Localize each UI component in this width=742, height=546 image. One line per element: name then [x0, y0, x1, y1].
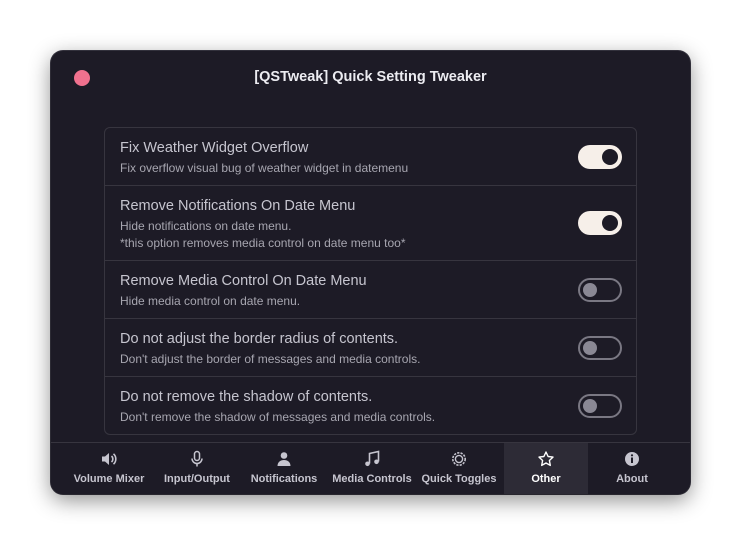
settings-list: Fix Weather Widget Overflow Fix overflow… [104, 127, 637, 435]
setting-subtitle: Hide media control on date menu. [120, 294, 301, 308]
settings-window: [QSTweak] Quick Setting Tweaker Fix Weat… [51, 51, 690, 494]
tab-input-output[interactable]: Input/Output [157, 443, 237, 494]
setting-row-shadow: Do not remove the shadow of contents. Do… [105, 376, 636, 434]
toggle-knob [583, 282, 597, 297]
setting-subtitle: Fix overflow visual bug of weather widge… [120, 161, 409, 175]
gear-icon [420, 450, 498, 468]
tab-label: Notifications [250, 473, 318, 485]
setting-title: Remove Notifications On Date Menu [120, 198, 356, 214]
setting-row-remove-media-control: Remove Media Control On Date Menu Hide m… [105, 260, 636, 318]
title-bar: [QSTweak] Quick Setting Tweaker [51, 51, 690, 105]
star-icon [504, 450, 588, 468]
setting-row-border-radius: Do not adjust the border radius of conte… [105, 318, 636, 376]
setting-title: Remove Media Control On Date Menu [120, 273, 367, 289]
shadow-toggle[interactable] [578, 393, 622, 418]
music-note-icon [330, 450, 414, 468]
tab-bar: Volume Mixer Input/Output Notifications … [51, 442, 690, 494]
remove-notifications-toggle[interactable] [578, 211, 622, 235]
tab-media-controls[interactable]: Media Controls [330, 443, 414, 494]
setting-subtitle: Don't remove the shadow of messages and … [120, 410, 436, 424]
setting-subtitle: Hide notifications on date menu. [120, 219, 292, 233]
setting-subtitle-note: *this option removes media control on da… [120, 236, 406, 250]
tab-quick-toggles[interactable]: Quick Toggles [420, 443, 498, 494]
tab-about[interactable]: About [595, 443, 669, 494]
tab-label: Quick Toggles [421, 473, 497, 485]
window-title: [QSTweak] Quick Setting Tweaker [254, 69, 487, 85]
setting-subtitle: Don't adjust the border of messages and … [120, 352, 421, 366]
tab-other[interactable]: Other [504, 443, 588, 494]
tab-label: Input/Output [164, 473, 230, 485]
setting-row-fix-weather-overflow: Fix Weather Widget Overflow Fix overflow… [105, 128, 636, 185]
setting-title: Do not remove the shadow of contents. [120, 389, 373, 405]
tab-notifications[interactable]: Notifications [246, 443, 322, 494]
microphone-icon [157, 450, 237, 468]
tab-label: Media Controls [332, 473, 412, 485]
fix-weather-overflow-toggle[interactable] [578, 144, 622, 169]
setting-title: Do not adjust the border radius of conte… [120, 331, 399, 347]
tab-label: About [616, 473, 648, 485]
toggle-knob [602, 215, 618, 231]
toggle-knob [583, 340, 597, 355]
setting-title: Fix Weather Widget Overflow [120, 140, 309, 156]
border-radius-toggle[interactable] [578, 335, 622, 360]
person-icon [246, 450, 322, 468]
tab-volume-mixer[interactable]: Volume Mixer [69, 443, 149, 494]
speaker-icon [69, 450, 149, 468]
toggle-knob [583, 398, 597, 413]
info-icon [595, 450, 669, 468]
setting-row-remove-notifications: Remove Notifications On Date Menu Hide n… [105, 185, 636, 260]
tab-label: Volume Mixer [73, 473, 145, 485]
tab-label: Other [531, 473, 561, 485]
toggle-knob [602, 148, 618, 165]
remove-media-control-toggle[interactable] [578, 277, 622, 302]
